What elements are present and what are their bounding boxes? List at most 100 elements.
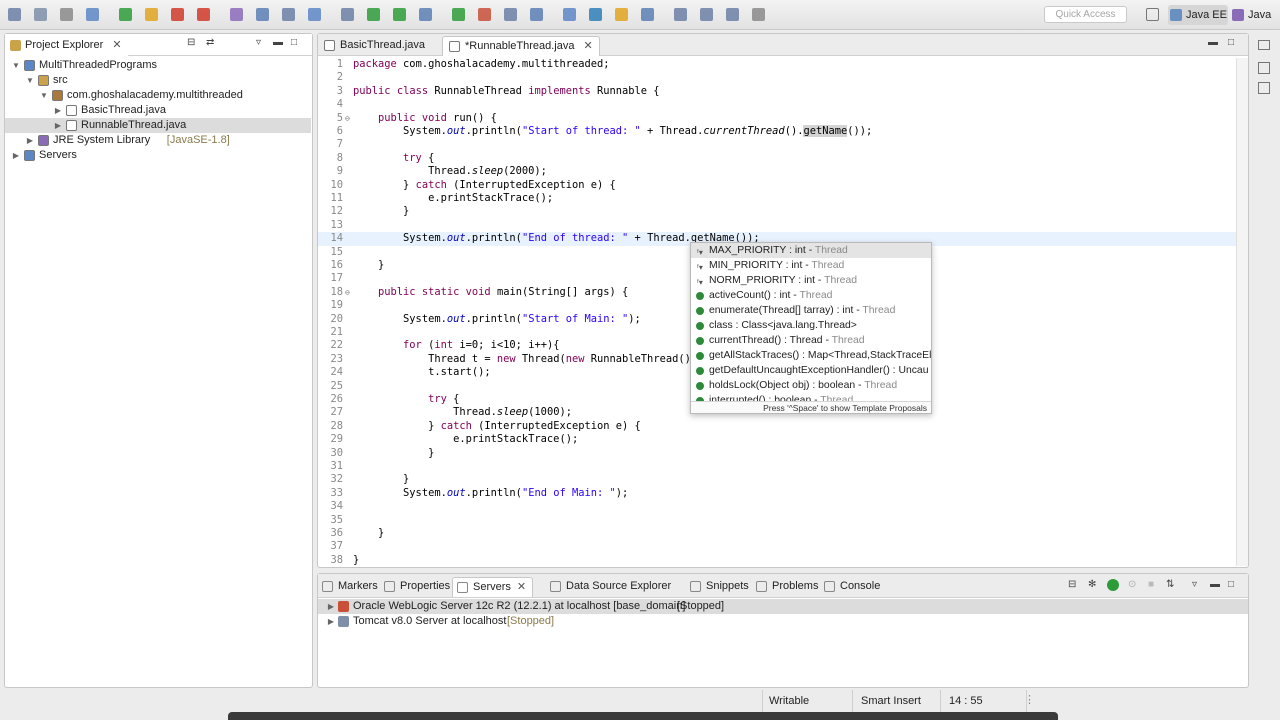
maximize-icon[interactable]: □ bbox=[1228, 580, 1238, 590]
code-line[interactable]: 35 bbox=[318, 514, 1248, 527]
tab-basicthread-java[interactable]: BasicThread.java bbox=[318, 36, 431, 56]
refresh-icon[interactable] bbox=[589, 8, 602, 21]
close-icon[interactable]: ✕ bbox=[517, 578, 526, 596]
collapsed-arrow-icon[interactable]: ▶ bbox=[11, 148, 21, 163]
outline-icon[interactable] bbox=[1258, 62, 1270, 74]
code-line[interactable]: 33 System.out.println("End of Main: "); bbox=[318, 487, 1248, 500]
tree-item[interactable]: ▶ Servers bbox=[5, 148, 311, 163]
history-icon[interactable] bbox=[752, 8, 765, 21]
collapsed-arrow-icon[interactable]: ▶ bbox=[53, 103, 63, 118]
terminate-icon[interactable] bbox=[197, 8, 210, 21]
new-java-icon[interactable] bbox=[530, 8, 543, 21]
completion-item[interactable]: enumerate(Thread[] tarray) : int - Threa… bbox=[691, 303, 931, 318]
start-server-icon[interactable] bbox=[1107, 579, 1119, 591]
completion-item[interactable]: getAllStackTraces() : Map<Thread,StackTr… bbox=[691, 348, 931, 363]
task-list-icon[interactable] bbox=[1258, 82, 1270, 94]
expanded-arrow-icon[interactable]: ▼ bbox=[25, 73, 35, 88]
code-line[interactable]: 32 } bbox=[318, 473, 1248, 486]
code-line[interactable]: 3 public class RunnableThread implements … bbox=[318, 85, 1248, 98]
tree-item[interactable]: ▶ BasicThread.java bbox=[5, 103, 311, 118]
open-perspective-icon[interactable] bbox=[1146, 8, 1159, 21]
code-line[interactable]: 11 e.printStackTrace(); bbox=[318, 192, 1248, 205]
tab-servers[interactable]: Servers ✕ bbox=[452, 577, 534, 597]
tab-data-source-explorer[interactable]: Data Source Explorer bbox=[546, 577, 677, 597]
tab-problems[interactable]: Problems bbox=[752, 577, 824, 597]
tree-item[interactable]: ▶ RunnableThread.java bbox=[5, 118, 311, 133]
debug-server-icon[interactable]: ✻ bbox=[1088, 580, 1098, 590]
perspective-java-ee[interactable]: Java EE bbox=[1168, 5, 1228, 25]
server-row[interactable]: ▶ Oracle WebLogic Server 12c R2 (12.2.1) … bbox=[318, 599, 1248, 614]
tab-markers[interactable]: Markers bbox=[318, 577, 384, 597]
code-line[interactable]: 34 bbox=[318, 500, 1248, 513]
code-line[interactable]: 6 System.out.println("Start of thread: "… bbox=[318, 125, 1248, 138]
maximize-icon[interactable]: □ bbox=[1228, 38, 1238, 48]
trim-handle-icon[interactable]: ⋮ bbox=[1024, 693, 1035, 706]
collapsed-arrow-icon[interactable]: ▶ bbox=[53, 118, 63, 133]
step-over-icon[interactable] bbox=[282, 8, 295, 21]
link-with-editor-icon[interactable]: ⇄ bbox=[206, 38, 216, 48]
code-completion-popup[interactable]: ᶠ▾ MAX_PRIORITY : int - Thread ᶠ▾ MIN_PRIOR… bbox=[690, 242, 932, 414]
drop-frame-icon[interactable] bbox=[341, 8, 354, 21]
minimize-icon[interactable]: ▬ bbox=[1208, 38, 1218, 48]
coverage-icon[interactable] bbox=[419, 8, 432, 21]
external-tools-icon[interactable] bbox=[478, 8, 491, 21]
code-line[interactable]: 7 bbox=[318, 138, 1248, 151]
debug-icon[interactable] bbox=[367, 8, 380, 21]
collapsed-arrow-icon[interactable]: ▶ bbox=[326, 599, 336, 614]
fold-icon[interactable]: ⊖ bbox=[345, 286, 350, 299]
completion-item[interactable]: activeCount() : int - Thread bbox=[691, 288, 931, 303]
tree-item[interactable]: ▼ MultiThreadedPrograms bbox=[5, 58, 311, 73]
save-all-icon[interactable] bbox=[60, 8, 73, 21]
code-line[interactable]: 37 bbox=[318, 540, 1248, 553]
annotation-icon[interactable] bbox=[674, 8, 687, 21]
expanded-arrow-icon[interactable]: ▼ bbox=[11, 58, 21, 73]
collapsed-arrow-icon[interactable]: ▶ bbox=[326, 614, 336, 629]
code-line[interactable]: 29 e.printStackTrace(); bbox=[318, 433, 1248, 446]
restore-icon[interactable] bbox=[1258, 40, 1270, 50]
collapse-all-icon[interactable]: ⊟ bbox=[187, 38, 197, 48]
code-line[interactable]: 8 try { bbox=[318, 152, 1248, 165]
close-icon[interactable]: ✕ bbox=[584, 37, 593, 55]
tab-properties[interactable]: Properties bbox=[380, 577, 456, 597]
tab-console[interactable]: Console bbox=[820, 577, 886, 597]
code-line[interactable]: 9 Thread.sleep(2000); bbox=[318, 165, 1248, 178]
step-return-icon[interactable] bbox=[308, 8, 321, 21]
code-line[interactable]: 30 } bbox=[318, 447, 1248, 460]
disconnect-icon[interactable] bbox=[230, 8, 243, 21]
code-line[interactable]: 2 bbox=[318, 71, 1248, 84]
tab-runnablethread-java[interactable]: *RunnableThread.java ✕ bbox=[442, 36, 600, 56]
quick-access-input[interactable]: Quick Access bbox=[1044, 6, 1127, 23]
suspend-icon[interactable] bbox=[171, 8, 184, 21]
tab-snippets[interactable]: Snippets bbox=[686, 577, 755, 597]
close-icon[interactable]: ✕ bbox=[112, 36, 121, 54]
code-line[interactable]: 12 } bbox=[318, 205, 1248, 218]
completion-item[interactable]: ᶠ▾ NORM_PRIORITY : int - Thread bbox=[691, 273, 931, 288]
save-icon[interactable] bbox=[34, 8, 47, 21]
minimize-icon[interactable]: ▬ bbox=[1210, 580, 1220, 590]
completion-item[interactable]: ᶠ▾ MAX_PRIORITY : int - Thread bbox=[691, 243, 931, 258]
new-icon[interactable] bbox=[8, 8, 21, 21]
code-line[interactable]: 1 package com.ghoshalacademy.multithreade… bbox=[318, 58, 1248, 71]
tree-item[interactable]: ▼ com.ghoshalacademy.multithreaded bbox=[5, 88, 311, 103]
collapsed-arrow-icon[interactable]: ▶ bbox=[25, 133, 35, 148]
view-menu-icon[interactable]: ▿ bbox=[1192, 580, 1202, 590]
run-server-icon[interactable] bbox=[452, 8, 465, 21]
code-line[interactable]: 5 ⊖ public void run() { bbox=[318, 112, 1248, 125]
resume-icon[interactable] bbox=[145, 8, 158, 21]
step-into-icon[interactable] bbox=[256, 8, 269, 21]
code-line[interactable]: 10 } catch (InterruptedException e) { bbox=[318, 179, 1248, 192]
completion-item[interactable]: holdsLock(Object obj) : boolean - Thread bbox=[691, 378, 931, 393]
toggle-icon[interactable] bbox=[86, 8, 99, 21]
open-type-icon[interactable] bbox=[615, 8, 628, 21]
maximize-icon[interactable]: □ bbox=[291, 38, 301, 48]
expanded-arrow-icon[interactable]: ▼ bbox=[39, 88, 49, 103]
code-line[interactable]: 13 bbox=[318, 219, 1248, 232]
completion-item[interactable]: currentThread() : Thread - Thread bbox=[691, 333, 931, 348]
back-icon[interactable] bbox=[700, 8, 713, 21]
stop-server-icon[interactable]: ■ bbox=[1148, 580, 1158, 590]
perspective-java[interactable]: Java bbox=[1230, 5, 1276, 25]
tab-project-explorer[interactable]: Project Explorer ✕ bbox=[5, 36, 128, 56]
publish-icon[interactable]: ⇅ bbox=[1166, 580, 1176, 590]
profile-server-icon[interactable]: ⊙ bbox=[1128, 580, 1138, 590]
completion-item[interactable]: class : Class<java.lang.Thread> bbox=[691, 318, 931, 333]
